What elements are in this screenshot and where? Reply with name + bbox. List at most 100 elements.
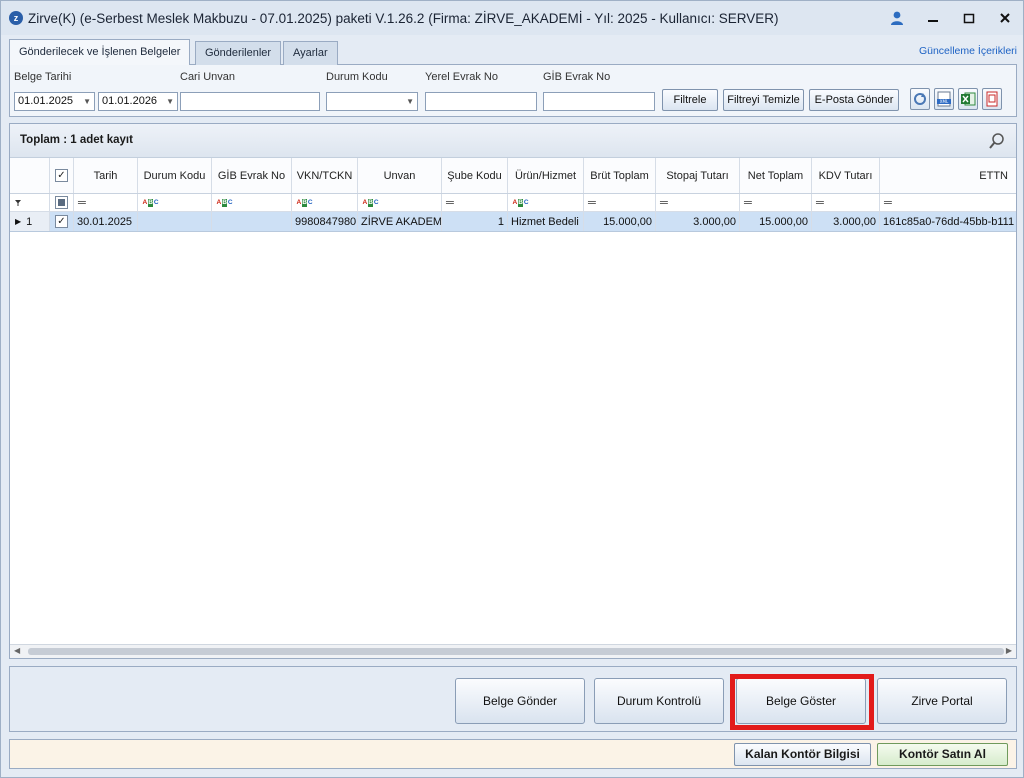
filter-sube-kodu[interactable]: ═ bbox=[442, 194, 508, 211]
row-pointer-icon: ▶ bbox=[15, 217, 22, 226]
col-header-urun-hizmet[interactable]: Ürün/Hizmet bbox=[508, 158, 584, 193]
scrollbar-thumb[interactable] bbox=[28, 648, 1004, 655]
filter-tarih[interactable]: ═ bbox=[74, 194, 138, 211]
tab-strip: Gönderilecek ve İşlenen Belgeler Gönderi… bbox=[9, 39, 1017, 66]
yerel-evrak-label: Yerel Evrak No bbox=[425, 71, 498, 83]
cari-unvan-input[interactable] bbox=[180, 92, 320, 111]
col-header-kdv-tutari[interactable]: KDV Tutarı bbox=[812, 158, 880, 193]
highlight-box bbox=[730, 674, 874, 730]
cell-net-toplam: 15.000,00 bbox=[740, 212, 812, 231]
cell-urun-hizmet: Hizmet Bedeli bbox=[508, 212, 584, 231]
status-panel: Kalan Kontör Bilgisi Kontör Satın Al bbox=[9, 739, 1017, 769]
documents-grid: Toplam : 1 adet kayıt ✓ Tarih Durum Kodu… bbox=[9, 123, 1017, 659]
col-header-gib-evrak-no[interactable]: GİB Evrak No bbox=[212, 158, 292, 193]
filter-gib-evrak[interactable]: ABC bbox=[212, 194, 292, 211]
cell-ettn: 161c85a0-76dd-45bb-b111 bbox=[883, 215, 1015, 228]
filter-unvan[interactable]: ABC bbox=[358, 194, 442, 211]
cell-durum-kodu bbox=[138, 212, 212, 231]
col-header-unvan[interactable]: Unvan bbox=[358, 158, 442, 193]
kalan-kontor-button[interactable]: Kalan Kontör Bilgisi bbox=[734, 743, 871, 766]
app-window: z Zirve(K) (e-Serbest Meslek Makbuzu - 0… bbox=[0, 0, 1024, 778]
tab-gonderilecek[interactable]: Gönderilecek ve İşlenen Belgeler bbox=[9, 39, 191, 66]
text-filter-icon: ABC bbox=[512, 198, 529, 207]
filter-vkn[interactable]: ABC bbox=[292, 194, 358, 211]
row-checkbox[interactable]: ✓ bbox=[50, 212, 74, 231]
xml-export-icon[interactable]: XML bbox=[934, 88, 954, 110]
col-header-durum-kodu[interactable]: Durum Kodu bbox=[138, 158, 212, 193]
select-all-checkbox[interactable]: ✓ bbox=[50, 158, 74, 193]
cell-sube-kodu: 1 bbox=[442, 212, 508, 231]
tab-ayarlar[interactable]: Ayarlar bbox=[283, 41, 338, 65]
filtreyi-temizle-button[interactable]: Filtreyi Temizle bbox=[723, 89, 804, 111]
gib-evrak-input[interactable] bbox=[543, 92, 655, 111]
table-row[interactable]: ▶ 1 ✓ 30.01.2025 9980847980 ZİRVE AKADEMİ… bbox=[10, 212, 1016, 232]
chevron-down-icon[interactable]: ▼ bbox=[83, 93, 91, 110]
filter-ettn[interactable]: ═ bbox=[880, 194, 1016, 211]
col-header-tarih[interactable]: Tarih bbox=[74, 158, 138, 193]
cell-gib-evrak-no bbox=[212, 212, 292, 231]
col-header-vkn[interactable]: VKN/TCKN bbox=[292, 158, 358, 193]
zirve-logo-icon: z bbox=[9, 11, 23, 25]
cell-unvan: ZİRVE AKADEMİ bbox=[358, 212, 442, 231]
minimize-icon[interactable] bbox=[915, 1, 951, 35]
chevron-down-icon[interactable]: ▼ bbox=[166, 93, 174, 110]
date-from-value: 01.01.2025 bbox=[18, 95, 74, 107]
filter-panel: Belge Tarihi 01.01.2025 ▼ 01.01.2026 ▼ C… bbox=[9, 65, 1017, 117]
close-icon[interactable] bbox=[987, 1, 1023, 35]
filter-stopaj[interactable]: ═ bbox=[656, 194, 740, 211]
svg-text:XML: XML bbox=[940, 99, 949, 104]
text-filter-icon: ABC bbox=[296, 198, 313, 207]
filter-checkbox[interactable] bbox=[50, 194, 74, 211]
filter-urun[interactable]: ABC bbox=[508, 194, 584, 211]
user-icon[interactable] bbox=[879, 1, 915, 35]
cari-unvan-label: Cari Unvan bbox=[180, 71, 236, 83]
col-header-brut-toplam[interactable]: Brüt Toplam bbox=[584, 158, 656, 193]
refresh-icon[interactable] bbox=[910, 88, 930, 110]
grid-header-row: ✓ Tarih Durum Kodu GİB Evrak No VKN/TCKN… bbox=[10, 158, 1016, 194]
window-controls bbox=[879, 1, 1023, 35]
cell-stopaj: 3.000,00 bbox=[656, 212, 740, 231]
filter-brut[interactable]: ═ bbox=[584, 194, 656, 211]
col-header-sube-kodu[interactable]: Şube Kodu bbox=[442, 158, 508, 193]
row-number: ▶ 1 bbox=[10, 212, 50, 231]
row-indicator-header bbox=[10, 158, 50, 193]
update-contents-link[interactable]: Güncelleme İçerikleri bbox=[919, 45, 1017, 57]
search-icon[interactable] bbox=[988, 132, 1006, 150]
date-to-field[interactable]: 01.01.2026 ▼ bbox=[98, 92, 178, 111]
scroll-left-icon[interactable]: ◀ bbox=[14, 646, 20, 655]
filter-durum-kodu[interactable]: ABC bbox=[138, 194, 212, 211]
col-header-stopaj[interactable]: Stopaj Tutarı bbox=[656, 158, 740, 193]
col-header-ettn[interactable]: ETTN bbox=[880, 158, 1016, 193]
col-header-net-toplam[interactable]: Net Toplam bbox=[740, 158, 812, 193]
durum-kontrolu-button[interactable]: Durum Kontrolü bbox=[594, 678, 724, 724]
maximize-icon[interactable] bbox=[951, 1, 987, 35]
cell-tarih: 30.01.2025 bbox=[74, 212, 138, 231]
zirve-portal-button[interactable]: Zirve Portal bbox=[877, 678, 1007, 724]
cell-vkn: 9980847980 bbox=[292, 212, 358, 231]
yerel-evrak-input[interactable] bbox=[425, 92, 537, 111]
grid-summary-bar: Toplam : 1 adet kayıt bbox=[10, 124, 1016, 158]
filter-row-icon bbox=[10, 194, 50, 211]
belge-gonder-button[interactable]: Belge Gönder bbox=[455, 678, 585, 724]
scroll-right-icon[interactable]: ▶ bbox=[1006, 646, 1012, 655]
filter-net[interactable]: ═ bbox=[740, 194, 812, 211]
excel-export-icon[interactable] bbox=[958, 88, 978, 110]
date-from-field[interactable]: 01.01.2025 ▼ bbox=[14, 92, 95, 111]
date-to-value: 01.01.2026 bbox=[102, 95, 158, 107]
text-filter-icon: ABC bbox=[216, 198, 233, 207]
horizontal-scrollbar[interactable]: ◀ ▶ bbox=[10, 644, 1016, 658]
cell-kdv-tutari: 3.000,00 bbox=[812, 212, 880, 231]
durum-kodu-select[interactable]: ▼ bbox=[326, 92, 418, 111]
chevron-down-icon[interactable]: ▼ bbox=[406, 93, 414, 110]
kontor-satin-al-button[interactable]: Kontör Satın Al bbox=[877, 743, 1008, 766]
filter-kdv[interactable]: ═ bbox=[812, 194, 880, 211]
filtrele-button[interactable]: Filtrele bbox=[662, 89, 718, 111]
tab-gonderilenler[interactable]: Gönderilenler bbox=[195, 41, 282, 65]
text-filter-icon: ABC bbox=[142, 198, 159, 207]
gib-evrak-label: GİB Evrak No bbox=[543, 71, 611, 83]
pdf-export-icon[interactable] bbox=[982, 88, 1002, 110]
durum-kodu-label: Durum Kodu bbox=[326, 71, 388, 83]
grid-filter-row: ═ ABC ABC ABC ABC ═ ABC ═ ═ ═ ═ ═ bbox=[10, 194, 1016, 212]
cell-brut-toplam: 15.000,00 bbox=[584, 212, 656, 231]
eposta-gonder-button[interactable]: E-Posta Gönder bbox=[809, 89, 899, 111]
